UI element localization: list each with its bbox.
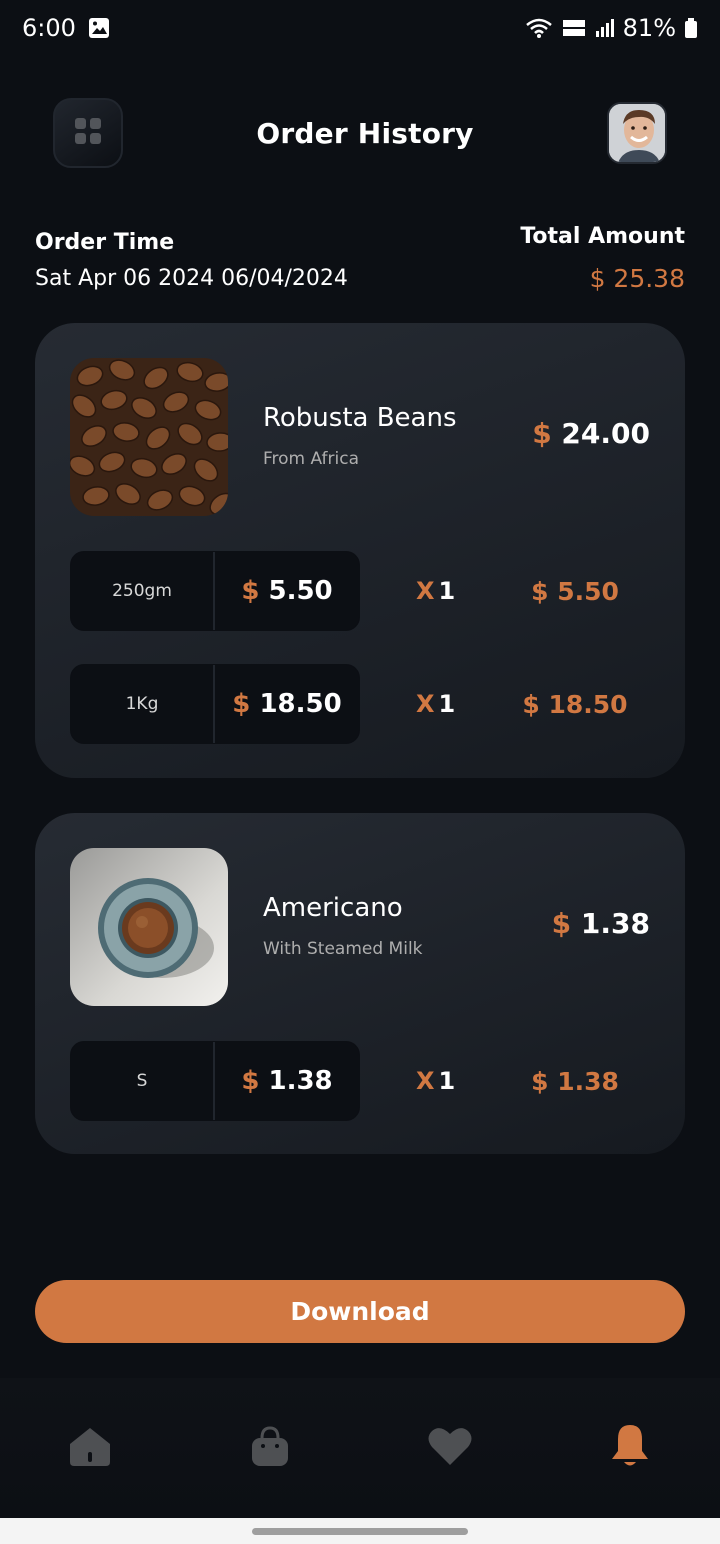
order-item-card[interactable]: Americano With Steamed Milk $ 1.38 S $ 1… xyxy=(35,813,685,1154)
currency-symbol: $ xyxy=(232,689,251,719)
grid-menu-icon xyxy=(74,117,102,149)
size-label: 250gm xyxy=(71,552,215,630)
total-amount-label: Total Amount xyxy=(520,224,685,249)
battery-icon xyxy=(684,17,698,39)
size-price-amount: 18.50 xyxy=(259,689,342,719)
size-price: $ 5.50 xyxy=(215,552,359,630)
quantity-value: 1 xyxy=(438,1067,456,1095)
size-price: $ 1.38 xyxy=(215,1042,359,1120)
size-row: 250gm $ 5.50 X 1 $ 5.50 xyxy=(70,551,650,631)
quantity: X 1 xyxy=(416,551,455,631)
volte-icon xyxy=(561,17,587,39)
quantity: X 1 xyxy=(416,1041,455,1121)
order-time-value: Sat Apr 06 2024 06/04/2024 xyxy=(35,266,348,291)
product-price: $ 24.00 xyxy=(532,417,650,450)
product-name: Robusta Beans xyxy=(263,403,457,433)
size-price-amount: 1.38 xyxy=(268,1066,333,1096)
status-bar: 6:00 81% xyxy=(0,0,720,56)
line-total: $ 5.50 xyxy=(531,576,619,606)
header: Order History xyxy=(53,98,667,168)
currency-symbol: $ xyxy=(532,417,552,450)
bell-icon xyxy=(610,1423,650,1473)
quantity: X 1 xyxy=(416,664,455,744)
currency-symbol: $ xyxy=(241,1066,260,1096)
size-label: 1Kg xyxy=(71,665,215,743)
product-image-coffee-beans xyxy=(70,358,228,516)
product-name: Americano xyxy=(263,893,403,923)
order-time-label: Order Time xyxy=(35,230,175,255)
wifi-icon xyxy=(525,17,553,39)
quantity-multiplier: X xyxy=(416,1067,435,1095)
avatar[interactable] xyxy=(607,102,667,164)
quantity-value: 1 xyxy=(438,577,456,605)
battery-percent: 81% xyxy=(622,14,676,42)
system-gesture-bar xyxy=(0,1518,720,1544)
currency-symbol: $ xyxy=(551,907,572,940)
quantity-value: 1 xyxy=(438,690,456,718)
menu-button[interactable] xyxy=(53,98,123,168)
price-amount: 24.00 xyxy=(561,417,650,450)
line-total: $ 1.38 xyxy=(531,1066,619,1096)
nav-favorites[interactable] xyxy=(426,1424,474,1472)
product-price: $ 1.38 xyxy=(552,907,650,940)
size-row: S $ 1.38 X 1 $ 1.38 xyxy=(70,1041,650,1121)
nav-notifications[interactable] xyxy=(606,1424,654,1472)
product-image-americano xyxy=(70,848,228,1006)
nav-home[interactable] xyxy=(66,1424,114,1472)
size-price-box: 1Kg $ 18.50 xyxy=(70,664,360,744)
download-button[interactable]: Download xyxy=(35,1280,685,1343)
size-price-amount: 5.50 xyxy=(268,576,333,606)
nav-cart[interactable] xyxy=(246,1424,294,1472)
status-time: 6:00 xyxy=(22,14,76,42)
home-gesture-handle[interactable] xyxy=(252,1528,468,1535)
quantity-multiplier: X xyxy=(416,690,435,718)
page-title: Order History xyxy=(256,116,474,150)
size-row: 1Kg $ 18.50 X 1 $ 18.50 xyxy=(70,664,650,744)
size-price-box: S $ 1.38 xyxy=(70,1041,360,1121)
currency-symbol: $ xyxy=(241,576,260,606)
total-amount-value: $ 25.38 xyxy=(589,264,685,293)
size-label: S xyxy=(71,1042,215,1120)
size-price-box: 250gm $ 5.50 xyxy=(70,551,360,631)
heart-icon xyxy=(427,1425,473,1471)
size-price: $ 18.50 xyxy=(215,665,359,743)
product-subtitle: With Steamed Milk xyxy=(263,939,423,959)
home-icon xyxy=(68,1426,112,1470)
signal-icon xyxy=(595,17,615,39)
bottom-nav xyxy=(0,1378,720,1518)
bag-icon xyxy=(250,1424,290,1472)
gallery-notification-icon xyxy=(88,17,110,39)
line-total: $ 18.50 xyxy=(522,689,628,719)
price-amount: 1.38 xyxy=(580,907,650,940)
quantity-multiplier: X xyxy=(416,577,435,605)
order-summary: Order Time Sat Apr 06 2024 06/04/2024 To… xyxy=(35,224,685,300)
product-subtitle: From Africa xyxy=(263,449,360,469)
order-item-card[interactable]: Robusta Beans From Africa $ 24.00 250gm … xyxy=(35,323,685,778)
